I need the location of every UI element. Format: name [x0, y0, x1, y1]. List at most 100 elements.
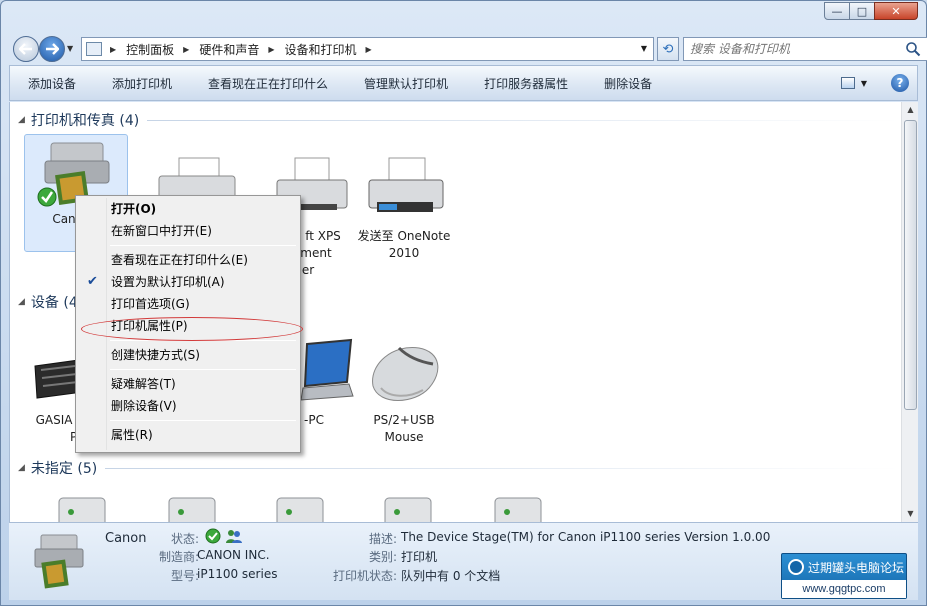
- model-value: iP1100 series: [197, 567, 278, 581]
- group-title: 打印机和传真 (4): [30, 113, 140, 129]
- scroll-up-arrow-icon[interactable]: ▲: [903, 102, 918, 118]
- add-printer-button[interactable]: 添加打印机: [94, 75, 190, 92]
- ok-check-icon: [205, 528, 221, 544]
- device-unspecified[interactable]: [356, 494, 460, 522]
- device-ps2-usb-mouse[interactable]: PS/2+USB Mouse: [352, 336, 456, 446]
- watermark-url: www.gqgtpc.com: [782, 580, 906, 598]
- search-input[interactable]: [690, 42, 900, 56]
- divider: [147, 119, 900, 121]
- menu-separator: [110, 420, 296, 421]
- see-whats-printing-button[interactable]: 查看现在正在打印什么: [190, 75, 346, 92]
- device-unspecified[interactable]: [248, 494, 352, 522]
- menu-item-printing-preferences[interactable]: 打印首选项(G): [78, 293, 298, 315]
- divider: [105, 467, 900, 469]
- device-unspecified[interactable]: [30, 494, 134, 522]
- menu-item-remove-device[interactable]: 删除设备(V): [78, 395, 298, 417]
- context-menu: 打开(O) 在新窗口中打开(E) 查看现在正在打印什么(E) ✔ 设置为默认打印…: [75, 195, 303, 453]
- device-box-icon: [255, 494, 345, 522]
- maximize-button[interactable]: □: [849, 2, 875, 20]
- remove-device-button[interactable]: 删除设备: [586, 75, 670, 92]
- forum-logo-icon: [788, 559, 804, 575]
- view-dropdown-icon[interactable]: ▼: [861, 79, 867, 88]
- search-box[interactable]: [683, 37, 927, 61]
- collapse-triangle-icon[interactable]: ◢: [18, 463, 25, 473]
- breadcrumb-label: 设备和打印机: [284, 42, 357, 57]
- chevron-right-icon[interactable]: ▶: [366, 45, 372, 54]
- menu-item-open-new-window[interactable]: 在新窗口中打开(E): [78, 220, 298, 242]
- group-header-printers[interactable]: ◢ 打印机和传真 (4): [18, 110, 900, 130]
- breadcrumb-label: 控制面板: [126, 42, 175, 57]
- device-name: Canon: [105, 531, 147, 546]
- menu-item-troubleshoot[interactable]: 疑难解答(T): [78, 373, 298, 395]
- breadcrumb-hardware-sound[interactable]: 硬件和声音 ▶: [199, 41, 274, 58]
- refresh-icon: ⟲: [662, 41, 674, 57]
- menu-item-properties[interactable]: 属性(R): [78, 424, 298, 446]
- model-label: 型号:: [170, 569, 199, 583]
- status-label: 状态:: [170, 532, 199, 546]
- menu-item-open[interactable]: 打开(O): [78, 198, 298, 220]
- device-label-line: 发送至 OneNote: [357, 229, 451, 243]
- print-server-properties-button[interactable]: 打印服务器属性: [466, 75, 586, 92]
- address-dropdown-icon[interactable]: ▼: [641, 44, 647, 53]
- command-toolbar: 添加设备 添加打印机 查看现在正在打印什么 管理默认打印机 打印服务器属性 删除…: [9, 65, 918, 101]
- search-icon[interactable]: [905, 41, 921, 57]
- device-label-line: PS/2+USB: [373, 413, 435, 427]
- description-value: The Device Stage(TM) for Canon iP1100 se…: [401, 530, 771, 544]
- group-title: 未指定 (5): [30, 461, 98, 477]
- collapse-triangle-icon[interactable]: ◢: [18, 297, 25, 307]
- collapse-triangle-icon[interactable]: ◢: [18, 115, 25, 125]
- mouse-icon: [359, 336, 449, 410]
- scrollbar-thumb[interactable]: [904, 120, 917, 410]
- users-icon: [226, 530, 242, 543]
- device-send-to-onenote[interactable]: 发送至 OneNote 2010: [352, 152, 456, 262]
- menu-item-see-whats-printing[interactable]: 查看现在正在打印什么(E): [78, 249, 298, 271]
- menu-item-set-default-printer[interactable]: ✔ 设置为默认打印机(A): [78, 271, 298, 293]
- breadcrumb-devices-printers[interactable]: 设备和打印机 ▶: [285, 41, 372, 58]
- add-device-button[interactable]: 添加设备: [10, 75, 94, 92]
- device-box-icon: [473, 494, 563, 522]
- group-header-unspecified[interactable]: ◢ 未指定 (5): [18, 458, 900, 478]
- chevron-right-icon[interactable]: ▶: [183, 45, 189, 54]
- control-panel-icon: [86, 42, 102, 56]
- view-options-icon[interactable]: [840, 77, 855, 89]
- chevron-right-icon[interactable]: ▶: [110, 45, 116, 54]
- selected-printer-icon: [27, 529, 89, 598]
- device-label-line: Mouse: [384, 430, 424, 444]
- navigation-bar: ▼ ▶ 控制面板 ▶ 硬件和声音 ▶ 设备和打印机 ▶ ▼ ⟲: [11, 34, 927, 62]
- address-bar[interactable]: ▶ 控制面板 ▶ 硬件和声音 ▶ 设备和打印机 ▶ ▼: [81, 37, 654, 61]
- toolbar-right: ▼ ?: [840, 74, 909, 92]
- group-title: 设备 (4: [30, 295, 78, 311]
- checkmark-icon: ✔: [87, 274, 98, 289]
- back-arrow-icon: [19, 43, 32, 55]
- menu-item-create-shortcut[interactable]: 创建快捷方式(S): [78, 344, 298, 366]
- printer-status-value: 队列中有 0 个文档: [401, 569, 501, 583]
- scroll-down-arrow-icon[interactable]: ▼: [903, 506, 918, 522]
- highlight-oval-annotation: [81, 317, 303, 341]
- category-label: 类别:: [368, 550, 397, 564]
- menu-separator: [110, 245, 296, 246]
- device-unspecified[interactable]: [466, 494, 570, 522]
- close-button[interactable]: ✕: [874, 2, 918, 20]
- manufacturer-label: 制造商:: [158, 550, 199, 564]
- device-unspecified[interactable]: [140, 494, 244, 522]
- back-button[interactable]: [13, 36, 39, 62]
- device-box-icon: [363, 494, 453, 522]
- printer-icon: [359, 152, 449, 226]
- printer-status-label: 打印机状态:: [332, 569, 397, 583]
- minimize-button[interactable]: —: [824, 2, 850, 20]
- forum-watermark: 过期罐头电脑论坛 www.gqgtpc.com: [781, 553, 907, 599]
- manage-default-printers-button[interactable]: 管理默认打印机: [346, 75, 466, 92]
- chevron-right-icon[interactable]: ▶: [268, 45, 274, 54]
- forward-arrow-icon: [46, 43, 59, 55]
- device-label: -PC: [304, 413, 324, 427]
- device-label: Can: [52, 212, 76, 226]
- refresh-button[interactable]: ⟲: [657, 37, 679, 61]
- caption-buttons: — □ ✕: [824, 2, 918, 20]
- forward-button[interactable]: [39, 36, 65, 62]
- recent-pages-dropdown-icon[interactable]: ▼: [67, 44, 73, 53]
- breadcrumb-control-panel[interactable]: 控制面板 ▶: [126, 41, 189, 58]
- vertical-scrollbar[interactable]: ▲ ▼: [901, 102, 918, 522]
- manufacturer-value: CANON INC.: [197, 548, 270, 562]
- device-box-icon: [37, 494, 127, 522]
- help-icon[interactable]: ?: [891, 74, 909, 92]
